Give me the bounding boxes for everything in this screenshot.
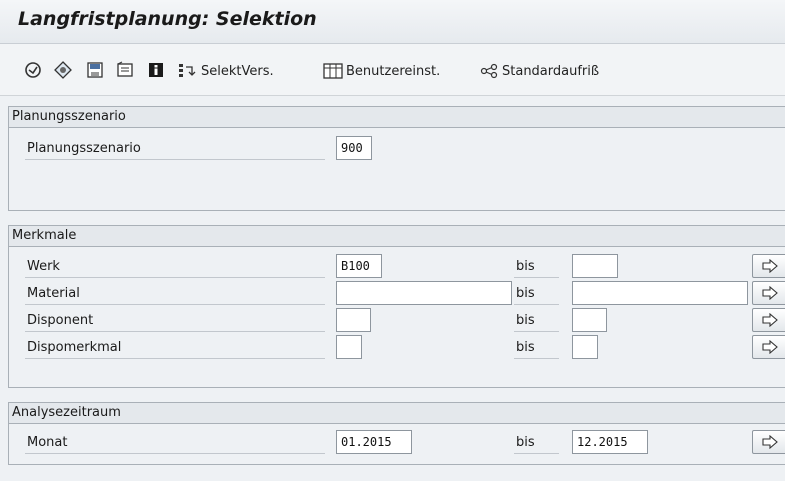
- selection-options-icon[interactable]: [116, 61, 134, 79]
- monat-to-field[interactable]: 12.2015: [572, 430, 648, 454]
- arrow-right-icon: [762, 340, 778, 354]
- execute-icon[interactable]: [24, 61, 42, 79]
- material-label: Material: [25, 283, 325, 305]
- info-icon[interactable]: [147, 61, 165, 79]
- selekt-vers-button[interactable]: SelektVers.: [178, 61, 274, 81]
- group-title: Planungsszenario: [9, 107, 785, 128]
- disponent-multiple-selection-button[interactable]: [752, 308, 785, 332]
- arrow-right-icon: [762, 259, 778, 273]
- variant-icon: [179, 64, 196, 77]
- arrow-right-icon: [762, 313, 778, 327]
- arrow-right-icon: [762, 286, 778, 300]
- drilldown-icon: [480, 63, 498, 79]
- save-variant-icon[interactable]: [86, 61, 104, 79]
- planungsszenario-field[interactable]: 900: [336, 136, 372, 160]
- werk-bis-label: bis: [514, 256, 559, 278]
- group-analysezeitraum: Analysezeitraum Monat 01.2015 bis 12.201…: [8, 402, 785, 465]
- title-bar: Langfristplanung: Selektion: [0, 0, 785, 44]
- selekt-vers-label: SelektVers.: [201, 63, 274, 79]
- group-merkmale: Merkmale Werk B100 bis Material bis Disp…: [8, 225, 785, 388]
- dispomerkmal-to-field[interactable]: [572, 335, 598, 359]
- planungsszenario-label: Planungsszenario: [25, 138, 325, 160]
- dispomerkmal-bis-label: bis: [514, 337, 559, 359]
- dispomerkmal-multiple-selection-button[interactable]: [752, 335, 785, 359]
- table-settings-icon: [323, 63, 343, 79]
- group-planungsszenario: Planungsszenario Planungsszenario 900: [8, 106, 785, 211]
- material-bis-label: bis: [514, 283, 559, 305]
- werk-label: Werk: [25, 256, 325, 278]
- werk-to-field[interactable]: [572, 254, 618, 278]
- page-title: Langfristplanung: Selektion: [18, 8, 317, 30]
- werk-from-field[interactable]: B100: [336, 254, 382, 278]
- dispomerkmal-label: Dispomerkmal: [25, 337, 325, 359]
- arrow-right-icon: [762, 435, 778, 449]
- disponent-from-field[interactable]: [336, 308, 371, 332]
- monat-from-field[interactable]: 01.2015: [336, 430, 412, 454]
- material-multiple-selection-button[interactable]: [752, 281, 785, 305]
- monat-multiple-selection-button[interactable]: [752, 430, 785, 454]
- material-to-field[interactable]: [572, 281, 748, 305]
- benutzereinst-label: Benutzereinst.: [346, 63, 441, 79]
- disponent-label: Disponent: [25, 310, 325, 332]
- standardaufriss-button[interactable]: Standardaufriß: [479, 61, 599, 81]
- selection-screen: Planungsszenario Planungsszenario 900 Me…: [0, 96, 785, 481]
- disponent-to-field[interactable]: [572, 308, 607, 332]
- disponent-bis-label: bis: [514, 310, 559, 332]
- standardaufriss-label: Standardaufriß: [502, 63, 600, 79]
- group-title: Analysezeitraum: [9, 403, 785, 424]
- material-from-field[interactable]: [336, 281, 512, 305]
- werk-multiple-selection-button[interactable]: [752, 254, 785, 278]
- execute-background-icon[interactable]: [54, 61, 72, 79]
- dispomerkmal-from-field[interactable]: [336, 335, 362, 359]
- monat-bis-label: bis: [514, 432, 559, 454]
- application-toolbar: SelektVers. Benutzereinst. Standardaufri…: [0, 44, 785, 96]
- group-title: Merkmale: [9, 226, 785, 247]
- benutzereinst-button[interactable]: Benutzereinst.: [323, 61, 440, 81]
- monat-label: Monat: [25, 432, 325, 454]
